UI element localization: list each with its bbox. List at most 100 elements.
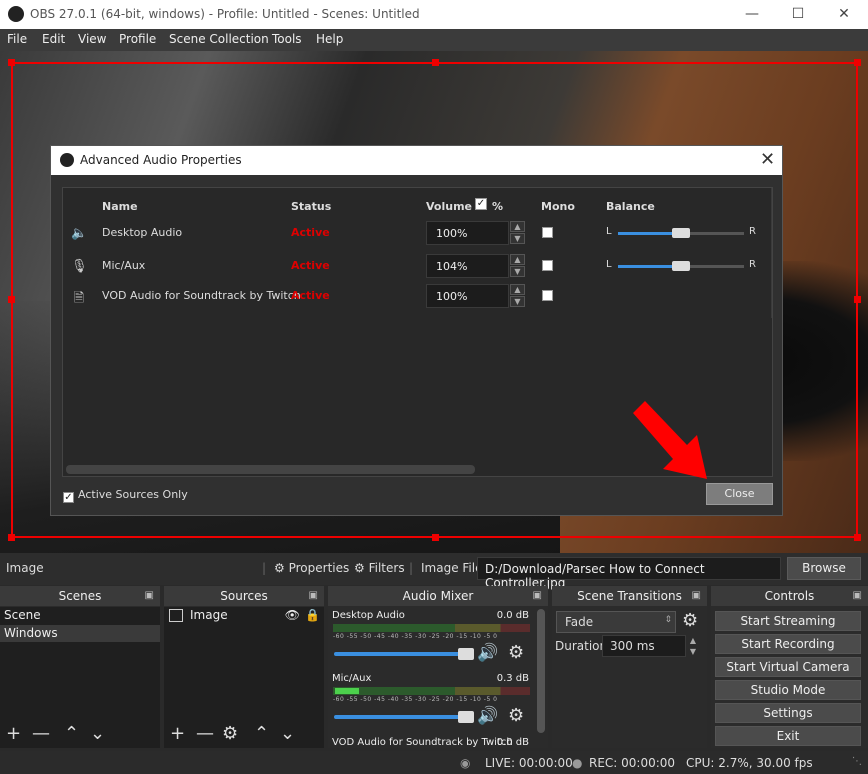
gear-icon[interactable]: ⚙	[222, 723, 238, 744]
volume-stepper[interactable]: ▲ ▼	[510, 284, 526, 308]
meter-level	[335, 688, 359, 694]
menu-edit[interactable]: Edit	[42, 32, 65, 46]
speaker-mute-icon[interactable]: 🔊	[477, 706, 498, 726]
volume-stepper[interactable]: ▲ ▼	[510, 221, 526, 245]
checkbox-icon[interactable]: ✓	[63, 492, 74, 503]
settings-button[interactable]: Settings	[715, 703, 861, 723]
balance-left-label: L	[606, 226, 612, 237]
resize-handle[interactable]	[8, 59, 15, 66]
duration-stepper[interactable]: ▲ ▼	[687, 635, 699, 657]
lock-icon[interactable]: 🔒	[305, 607, 320, 624]
filters-label: Filters	[368, 561, 405, 575]
channel-db: 0.3 dB	[496, 673, 529, 684]
resize-handle[interactable]	[8, 534, 15, 541]
visibility-eye-icon[interactable]: 👁	[285, 607, 300, 624]
menu-view[interactable]: View	[78, 32, 106, 46]
menu-help[interactable]: Help	[316, 32, 343, 46]
start-virtual-camera-button[interactable]: Start Virtual Camera	[715, 657, 861, 677]
properties-label: Properties	[288, 561, 350, 575]
volume-input[interactable]: 104%	[426, 254, 509, 278]
header-volume: Volume	[426, 200, 472, 213]
resize-handle[interactable]	[432, 534, 439, 541]
scene-item[interactable]: Windows	[0, 625, 160, 642]
dock-title: Controls ▣	[711, 586, 868, 606]
gear-icon[interactable]: ⚙	[682, 610, 698, 631]
resize-handle[interactable]	[854, 534, 861, 541]
move-up-icon[interactable]: ⌃	[64, 723, 79, 744]
start-recording-button[interactable]: Start Recording	[715, 634, 861, 654]
maximize-button[interactable]: ☐	[775, 0, 821, 29]
mono-checkbox[interactable]	[542, 227, 553, 238]
balance-slider[interactable]	[618, 261, 744, 271]
volume-input[interactable]: 100%	[426, 221, 509, 245]
horizontal-scrollbar[interactable]	[66, 465, 475, 474]
source-item-label: Image	[190, 608, 228, 622]
sources-title: Sources	[220, 589, 268, 603]
menu-file[interactable]: File	[7, 32, 27, 46]
close-window-button[interactable]: ✕	[821, 0, 867, 29]
image-file-path-field[interactable]: D:/Download/Parsec How to Connect Contro…	[477, 557, 781, 590]
minimize-button[interactable]: —	[729, 0, 775, 29]
resize-handle[interactable]	[854, 59, 861, 66]
float-icon[interactable]: ▣	[853, 586, 862, 606]
audio-row: 🎙 Mic/Aux Active 104% ▲ ▼ L R	[63, 254, 772, 280]
slider-knob[interactable]	[672, 228, 690, 238]
float-icon[interactable]: ▣	[692, 586, 701, 606]
transition-select[interactable]: Fade ⇕	[556, 611, 676, 633]
volume-input[interactable]: 100%	[426, 284, 509, 308]
sources-list: Image 👁 🔒 + — ⚙ ⌃ ⌄	[164, 607, 324, 748]
scene-item[interactable]: Scene	[0, 607, 160, 624]
mixer-scrollbar[interactable]	[537, 609, 545, 733]
remove-icon[interactable]: —	[196, 723, 214, 744]
resize-handle[interactable]	[432, 59, 439, 66]
balance-slider[interactable]	[618, 228, 744, 238]
mono-checkbox[interactable]	[542, 260, 553, 271]
volume-slider[interactable]	[334, 711, 474, 723]
studio-mode-button[interactable]: Studio Mode	[715, 680, 861, 700]
resize-grip-icon[interactable]: ⋱	[852, 756, 862, 767]
volume-percent-checkbox[interactable]: ✓	[475, 198, 487, 210]
slider-knob[interactable]	[672, 261, 690, 271]
menu-tools[interactable]: Tools	[272, 32, 302, 46]
mono-checkbox[interactable]	[542, 290, 553, 301]
remove-icon[interactable]: —	[32, 723, 50, 744]
balance-right-label: R	[749, 259, 756, 270]
resize-handle[interactable]	[8, 296, 15, 303]
menu-scene-collection[interactable]: Scene Collection	[169, 32, 269, 46]
dock-title: Audio Mixer ▣	[328, 586, 548, 606]
properties-button[interactable]: ⚙ Properties	[274, 561, 349, 575]
volume-stepper[interactable]: ▲ ▼	[510, 254, 526, 278]
menu-profile[interactable]: Profile	[119, 32, 156, 46]
slider-knob[interactable]	[458, 648, 474, 660]
meter-scale: -60 -55 -50 -45 -40 -35 -30 -25 -20 -15 …	[333, 633, 498, 640]
add-icon[interactable]: +	[6, 723, 21, 744]
duration-input[interactable]: 300 ms	[602, 635, 686, 657]
float-icon[interactable]: ▣	[533, 586, 542, 606]
start-streaming-button[interactable]: Start Streaming	[715, 611, 861, 631]
volume-slider[interactable]	[334, 648, 474, 660]
exit-button[interactable]: Exit	[715, 726, 861, 746]
dialog-close-icon[interactable]: ✕	[760, 149, 775, 170]
channel-name: Mic/Aux	[332, 673, 372, 684]
move-down-icon[interactable]: ⌄	[280, 723, 295, 744]
source-item[interactable]: Image 👁 🔒	[164, 607, 324, 624]
float-icon[interactable]: ▣	[309, 586, 318, 606]
gear-icon[interactable]: ⚙	[508, 642, 524, 663]
source-name: VOD Audio for Soundtrack by Twitch	[102, 289, 301, 302]
gear-icon[interactable]: ⚙	[508, 705, 524, 726]
channel-name: Desktop Audio	[332, 610, 405, 621]
resize-handle[interactable]	[854, 296, 861, 303]
add-icon[interactable]: +	[170, 723, 185, 744]
active-sources-only-option[interactable]: ✓ Active Sources Only	[63, 488, 188, 503]
move-down-icon[interactable]: ⌄	[90, 723, 105, 744]
float-icon[interactable]: ▣	[145, 586, 154, 606]
slider-knob[interactable]	[458, 711, 474, 723]
scenes-title: Scenes	[58, 589, 102, 603]
speaker-mute-icon[interactable]: 🔊	[477, 643, 498, 663]
filters-button[interactable]: ⚙ Filters	[354, 561, 405, 575]
cpu-fps: CPU: 2.7%, 30.00 fps	[686, 756, 813, 770]
close-button[interactable]: Close	[706, 483, 773, 505]
move-up-icon[interactable]: ⌃	[254, 723, 269, 744]
window-titlebar: OBS 27.0.1 (64-bit, windows) - Profile: …	[0, 0, 868, 29]
browse-button[interactable]: Browse	[787, 557, 861, 580]
